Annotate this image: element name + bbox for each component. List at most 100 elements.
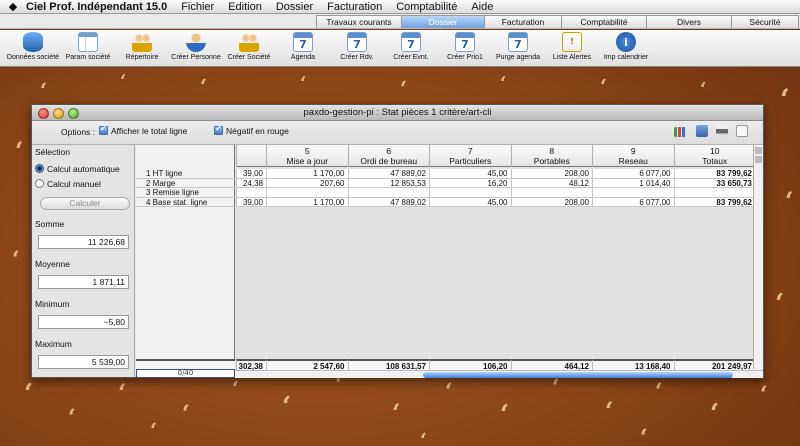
table-cell[interactable]: 1 014,40 <box>592 178 674 188</box>
table-cell[interactable]: 208,00 <box>510 169 592 179</box>
table-cell[interactable]: 1 170,00 <box>266 169 348 179</box>
table-cell[interactable]: 39,00 <box>236 169 266 179</box>
table-cell[interactable] <box>266 188 348 198</box>
table-cell[interactable]: 83 799,62 <box>673 197 755 207</box>
tab-divers[interactable]: Divers <box>646 15 732 28</box>
toolbar-purge-agendabutton[interactable]: 7 Purge agenda <box>488 32 548 61</box>
negative-red-option[interactable]: Négatif en rouge <box>214 124 289 136</box>
floor-pattern-glyph: ‘ <box>120 71 127 93</box>
table-cell[interactable]: 207,60 <box>266 178 348 188</box>
horizontal-scroll-thumb[interactable] <box>423 372 733 378</box>
toolbar-label: Imp calendrier <box>603 54 649 61</box>
table-cell[interactable]: 45,00 <box>429 169 511 179</box>
table-cell[interactable]: 45,00 <box>429 197 511 207</box>
app-name-menu[interactable]: Ciel Prof. Indépendant 15.0 <box>26 1 167 13</box>
toolbar-param-sociétébutton[interactable]: Param société <box>58 32 118 61</box>
apple-icon[interactable]: ◆ <box>0 0 26 13</box>
table-cell[interactable] <box>347 188 429 198</box>
tab-facturation[interactable]: Facturation <box>484 15 562 28</box>
table-cell[interactable]: 12 853,53 <box>347 178 429 188</box>
menu-bar: ◆ Ciel Prof. Indépendant 15.0 Fichier Ed… <box>0 0 800 14</box>
resize-icon[interactable] <box>736 125 748 137</box>
table-cell[interactable] <box>510 188 592 198</box>
column-header[interactable] <box>236 145 266 167</box>
column-name: Portables <box>533 156 570 166</box>
table-cell[interactable]: 1 170,00 <box>266 197 348 207</box>
toolbar-label: Agenda <box>290 54 316 61</box>
toolbar-label: Créer Société <box>227 54 271 61</box>
options-bar: Options : Afficher le total ligne Négati… <box>32 121 763 145</box>
column-header[interactable]: 10 Totaux <box>673 145 756 167</box>
floor-pattern-glyph: ‘ <box>300 73 307 95</box>
tab-comptabilité[interactable]: Comptabilité <box>561 15 647 28</box>
column-header[interactable]: 6 Ordi de bureau <box>347 145 430 167</box>
chart-icon[interactable] <box>674 127 686 137</box>
table-cell[interactable]: 33 650,73 <box>673 178 755 188</box>
total-line-checkbox[interactable] <box>99 124 108 135</box>
menu-facturation[interactable]: Facturation <box>327 1 382 13</box>
column-header[interactable]: 5 Mise a jour <box>266 145 348 167</box>
floor-pattern-glyph: ‘ <box>118 377 127 407</box>
calculate-button[interactable]: Calculer <box>40 197 130 210</box>
floor-pattern-glyph: ‘ <box>600 74 607 98</box>
menu-dossier[interactable]: Dossier <box>276 1 313 13</box>
table-cell[interactable]: 48,12 <box>510 178 592 188</box>
print-icon[interactable] <box>716 125 728 137</box>
toolbar-répertoirebutton[interactable]: Répertoire <box>112 32 172 61</box>
menu-aide[interactable]: Aide <box>471 1 493 13</box>
total-cell: 108 631,57 <box>347 359 429 371</box>
tab-travaux-courants[interactable]: Travaux courants <box>316 15 402 28</box>
table-cell[interactable] <box>673 188 755 198</box>
toolbar-agendabutton[interactable]: 7 Agenda <box>273 32 333 61</box>
row-header[interactable]: 4 Base stat. ligne <box>136 198 235 207</box>
menu-fichier[interactable]: Fichier <box>181 1 214 13</box>
toolbar-liste-alertesbutton[interactable]: ! Liste Alertes <box>542 32 602 61</box>
menu-comptabilite[interactable]: Comptabilité <box>396 1 457 13</box>
table-cell[interactable]: 6 077,00 <box>592 197 674 207</box>
column-header[interactable]: 9 Reseau <box>592 145 674 167</box>
table-cell[interactable]: 39,00 <box>236 197 266 207</box>
total-line-option[interactable]: Afficher le total ligne <box>99 124 187 136</box>
tab-dossier[interactable]: Dossier <box>401 15 485 28</box>
table-cell[interactable] <box>429 188 511 198</box>
column-header[interactable]: 7 Particuliers <box>429 145 511 167</box>
manual-calc-radio[interactable] <box>35 179 44 188</box>
row-header[interactable]: 3 Remise ligne <box>136 188 235 198</box>
toolbar-imp-calendrierbutton[interactable]: i Imp calendrier <box>596 32 656 61</box>
tab-sécurité[interactable]: Sécurité <box>731 15 799 28</box>
table-cell[interactable]: 208,00 <box>510 197 592 207</box>
scroll-down-arrow[interactable] <box>755 156 762 163</box>
table-cell[interactable]: 16,20 <box>429 178 511 188</box>
calendar-icon: 7 <box>508 32 528 52</box>
floor-pattern-glyph: ‘ <box>700 79 707 101</box>
column-name: Totaux <box>702 156 728 166</box>
window-titlebar[interactable]: paxdo-gestion-pi : Stat pièces 1 critère… <box>32 105 763 121</box>
toolbar-créer-evnt-button[interactable]: 7 Créer Evnt. <box>381 32 441 61</box>
table-cell[interactable] <box>592 188 674 198</box>
selection-panel: Sélection Calcul automatique Calcul manu… <box>32 145 135 377</box>
floor-pattern-glyph: ‘ <box>400 76 407 100</box>
toolbar-données-sociétébutton[interactable]: Données société <box>3 32 63 61</box>
row-header[interactable]: 2 Marge <box>136 179 235 188</box>
horizontal-scrollbar[interactable] <box>235 370 763 378</box>
column-number: 9 <box>630 146 636 156</box>
auto-calc-radio[interactable] <box>35 164 44 173</box>
table-cell[interactable] <box>236 188 266 198</box>
table-cell[interactable]: 24,38 <box>236 178 266 188</box>
vertical-scrollbar[interactable] <box>753 145 763 369</box>
toolbar-créer-sociétébutton[interactable]: Créer Société <box>219 32 279 61</box>
negative-red-checkbox[interactable] <box>214 124 223 135</box>
toolbar-créer-rdv-button[interactable]: 7 Créer Rdv. <box>327 32 387 61</box>
column-header[interactable]: 8 Portables <box>510 145 593 167</box>
directory-people-icon <box>132 32 152 52</box>
menu-edition[interactable]: Edition <box>228 1 262 13</box>
toolbar-créer-personnebutton[interactable]: Créer Personne <box>166 32 226 61</box>
table-cell[interactable]: 47 889,02 <box>347 197 429 207</box>
row-header[interactable]: 1 HT ligne <box>136 169 235 179</box>
scroll-up-arrow[interactable] <box>755 147 762 154</box>
table-cell[interactable]: 47 889,02 <box>347 169 429 179</box>
table-cell[interactable]: 6 077,00 <box>592 169 674 179</box>
toolbar-créer-prio-button[interactable]: 7 Créer Prio1 <box>435 32 495 61</box>
export-icon[interactable] <box>696 125 708 137</box>
table-cell[interactable]: 83 799,62 <box>673 169 755 179</box>
